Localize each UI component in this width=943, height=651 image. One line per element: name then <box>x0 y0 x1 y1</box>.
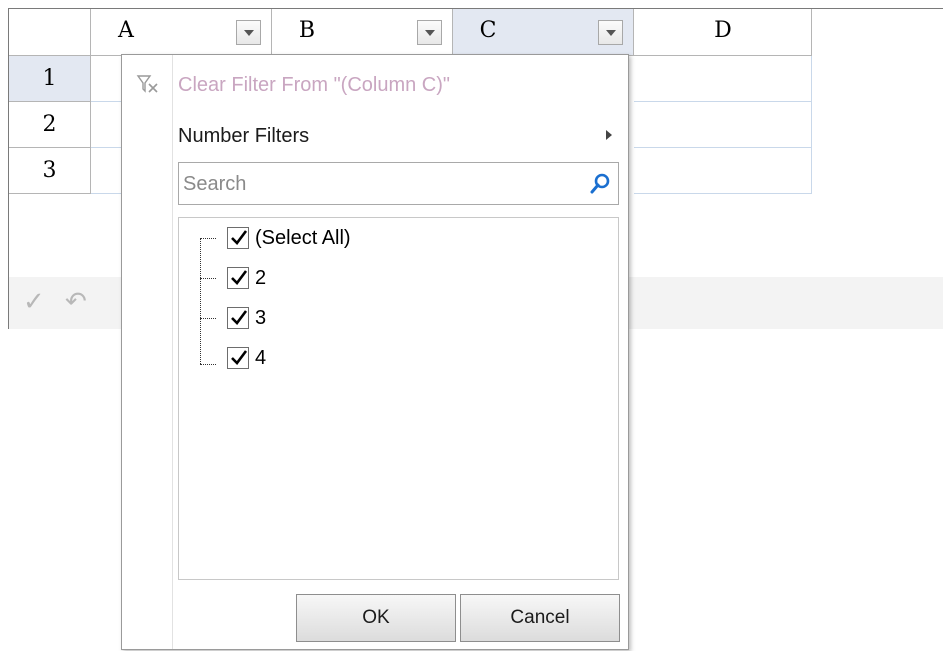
column-c-filter-dropdown-icon[interactable] <box>598 20 623 45</box>
search-box <box>178 162 619 206</box>
checkmark-icon <box>231 310 248 325</box>
cell-d3[interactable] <box>634 148 812 194</box>
column-header-a[interactable]: A <box>91 9 272 56</box>
filter-values-list: (Select All) 2 3 4 <box>178 217 619 580</box>
tree-connector <box>200 238 201 364</box>
column-a-filter-dropdown-icon[interactable] <box>236 20 261 45</box>
column-header-b[interactable]: B <box>272 9 453 56</box>
checkmark-icon <box>231 230 248 245</box>
column-d-label: D <box>714 18 732 43</box>
filter-item-label: (Select All) <box>255 227 351 249</box>
row-header-3[interactable]: 3 <box>9 148 91 194</box>
checkmark-icon <box>231 350 248 365</box>
select-all-corner[interactable] <box>9 9 91 56</box>
filter-item-label: 4 <box>255 347 267 369</box>
column-c-label: C <box>479 18 497 43</box>
cell-d2[interactable] <box>634 102 812 148</box>
number-filters-menu-item[interactable]: Number Filters <box>178 125 309 148</box>
tree-connector <box>200 278 216 279</box>
row-header-1[interactable]: 1 <box>9 56 91 102</box>
checkmark-icon <box>231 270 248 285</box>
column-a-label: A <box>118 18 134 43</box>
menu-icon-gutter <box>122 55 173 649</box>
column-header-d[interactable]: D <box>634 9 812 56</box>
select-all-checkbox[interactable] <box>227 227 249 249</box>
filter-item-checkbox[interactable] <box>227 347 249 369</box>
tree-connector <box>200 318 216 319</box>
column-b-filter-dropdown-icon[interactable] <box>417 20 442 45</box>
clear-filter-menu-item[interactable]: Clear Filter From "(Column C)" <box>178 74 450 97</box>
checkmark-icon[interactable]: ✓ <box>23 287 45 317</box>
filter-item-label: 2 <box>255 267 267 289</box>
ok-button[interactable]: OK <box>296 594 456 642</box>
cancel-button[interactable]: Cancel <box>460 594 620 642</box>
search-icon[interactable] <box>588 172 612 196</box>
tree-connector <box>200 364 216 365</box>
row-header-2[interactable]: 2 <box>9 102 91 148</box>
filter-item-checkbox[interactable] <box>227 307 249 329</box>
cell-d1[interactable] <box>634 56 812 102</box>
submenu-arrow-icon <box>606 130 612 140</box>
filter-popup: Clear Filter From "(Column C)" Number Fi… <box>121 54 629 650</box>
clear-filter-icon <box>136 75 158 93</box>
tree-connector <box>200 238 216 239</box>
column-header-c[interactable]: C <box>453 9 634 56</box>
filter-item-label: 3 <box>255 307 267 329</box>
undo-icon[interactable]: ↶ <box>65 287 87 317</box>
search-input[interactable] <box>179 163 585 206</box>
column-b-label: B <box>298 18 316 43</box>
filter-item-checkbox[interactable] <box>227 267 249 289</box>
